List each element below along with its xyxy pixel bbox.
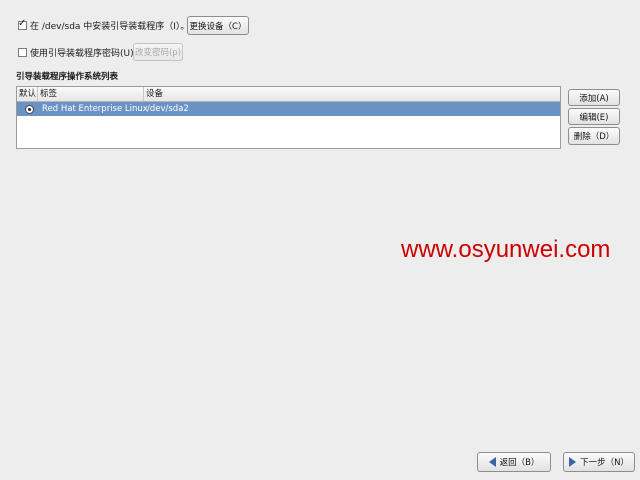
use-password-checkbox[interactable] bbox=[18, 48, 27, 57]
change-password-button[interactable]: 改变密码(p) bbox=[133, 43, 183, 61]
os-device-cell: /dev/sda2 bbox=[147, 104, 189, 114]
change-device-button[interactable]: 更换设备（C） bbox=[187, 16, 249, 35]
add-button[interactable]: 添加(A) bbox=[568, 89, 620, 106]
os-label-cell: Red Hat Enterprise Linux bbox=[42, 104, 148, 114]
checkmark-icon: ✓ bbox=[18, 18, 27, 29]
delete-button[interactable]: 删除（D） bbox=[568, 127, 620, 145]
table-header: 默认 标签 设备 bbox=[17, 87, 560, 102]
os-list-table[interactable]: 默认 标签 设备 Red Hat Enterprise Linux /dev/s… bbox=[16, 86, 561, 149]
radio-dot-icon bbox=[28, 108, 31, 111]
watermark-text: www.osyunwei.com bbox=[401, 236, 611, 263]
install-bootloader-checkbox[interactable]: ✓ bbox=[18, 18, 27, 30]
back-button[interactable]: 返回（B） bbox=[477, 452, 551, 472]
column-header-label[interactable]: 标签 bbox=[38, 87, 144, 101]
os-list-title: 引导装载程序操作系统列表 bbox=[16, 72, 119, 82]
arrow-right-icon bbox=[569, 457, 577, 467]
use-password-label: 使用引导装载程序密码(U) bbox=[30, 49, 134, 59]
default-radio[interactable] bbox=[25, 105, 34, 114]
column-header-default[interactable]: 默认 bbox=[17, 87, 38, 101]
column-header-device[interactable]: 设备 bbox=[144, 87, 560, 101]
arrow-left-icon bbox=[488, 457, 496, 467]
install-bootloader-label: 在 /dev/sda 中安装引导装载程序（I）。 bbox=[30, 22, 190, 32]
table-row[interactable]: Red Hat Enterprise Linux /dev/sda2 bbox=[17, 102, 560, 116]
edit-button[interactable]: 编辑(E) bbox=[568, 108, 620, 125]
next-button[interactable]: 下一步（N） bbox=[563, 452, 635, 472]
